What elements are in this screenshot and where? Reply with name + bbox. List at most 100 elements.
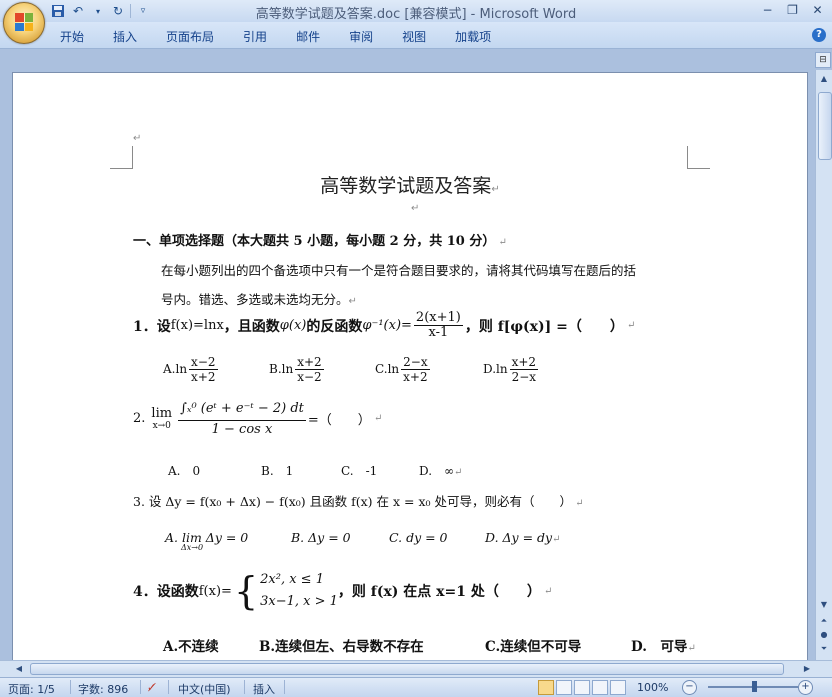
scroll-down-icon[interactable]: ▼: [817, 598, 831, 612]
option-text: A. lim Δy = 0: [165, 530, 249, 545]
status-separator: [70, 680, 71, 694]
q1-mid-text-2: 的反函数: [306, 318, 363, 335]
full-screen-reading-view-icon[interactable]: [556, 680, 572, 695]
tab-addins[interactable]: 加载项: [443, 28, 503, 45]
page-count[interactable]: 页面: 1/5: [8, 681, 55, 697]
paragraph-mark: ↵: [454, 467, 463, 478]
q1-prefix: 1．设: [133, 318, 171, 335]
q4-function: f(x)=: [198, 583, 232, 599]
q2-lim-subscript: x→0: [152, 421, 171, 431]
q4-suffix: ，则 f(x) 在点 x=1 处（ ）: [337, 584, 541, 600]
q2-fraction: ∫ₓ⁰ (eᵗ + e⁻ᵗ − 2) dt 1 − cos x: [178, 398, 306, 439]
status-separator: [284, 680, 285, 694]
q4-option-b: B.连续但左、右导数不存在: [259, 639, 424, 655]
title-bar: ↶ ▾ ↻ ▿ 高等数学试题及答案.doc [兼容模式] - Microsoft…: [0, 0, 832, 22]
vertical-scrollbar[interactable]: ▲ ▼ ⏶ ● ⏷: [815, 70, 832, 660]
print-layout-view-icon[interactable]: [538, 680, 554, 695]
instruction-line: 在每小题列出的四个备选项中只有一个是符合题目要求的，请将其代码填写在题后的括: [161, 263, 637, 278]
q2-prefix: 2.: [133, 411, 146, 426]
scroll-right-icon[interactable]: ▶: [800, 662, 814, 676]
draft-view-icon[interactable]: [610, 680, 626, 695]
option-label: D.ln: [483, 362, 508, 376]
option-fraction: x+2 x−2: [295, 355, 324, 384]
browse-object-icon[interactable]: ●: [817, 628, 831, 642]
q1-numerator: 2(x+1): [413, 310, 463, 326]
tab-mailings[interactable]: 邮件: [284, 28, 332, 45]
vertical-scroll-thumb[interactable]: [818, 92, 832, 160]
paragraph-mark: ↵: [495, 237, 507, 248]
document-page[interactable]: ↵ 高等数学试题及答案 ↵ ↵ 一、单项选择题（本大题共 5 小题，每小题 2 分…: [12, 72, 808, 661]
margin-corner-mark: [110, 146, 133, 169]
previous-page-icon[interactable]: ⏶: [817, 614, 831, 628]
tab-home[interactable]: 开始: [48, 28, 96, 45]
q4-case-2: 3x−1, x > 1: [260, 594, 338, 609]
zoom-slider-thumb[interactable]: [752, 681, 757, 692]
horizontal-scrollbar[interactable]: ◀ ▶: [0, 660, 832, 677]
q2-limit: lim x→0: [151, 406, 172, 431]
language-indicator[interactable]: 中文(中国): [178, 681, 231, 697]
scroll-left-icon[interactable]: ◀: [12, 662, 26, 676]
tab-page-layout[interactable]: 页面布局: [154, 28, 226, 45]
tab-review[interactable]: 审阅: [337, 28, 385, 45]
web-layout-view-icon[interactable]: [574, 680, 590, 695]
q1-function: f(x)=lnx: [170, 318, 224, 333]
minimize-icon[interactable]: −: [755, 1, 780, 19]
question-1: 1．设 f(x)=lnx ，且函数 φ(x) 的反函数 φ⁻¹(x)= 2(x+…: [133, 311, 635, 340]
tab-references[interactable]: 引用: [231, 28, 279, 45]
proofing-icon[interactable]: ✓̸: [147, 681, 156, 694]
paragraph-mark: ↵: [572, 498, 584, 509]
tab-insert[interactable]: 插入: [101, 28, 149, 45]
zoom-level[interactable]: 100%: [637, 681, 668, 694]
q1-option-b: B.ln x+2 x−2: [269, 355, 326, 384]
paragraph-mark: ↵: [370, 413, 383, 424]
zoom-in-icon[interactable]: +: [798, 680, 813, 695]
q4-option-a: A.不连续: [163, 639, 219, 655]
paragraph-mark: ↵: [133, 133, 142, 144]
restore-icon[interactable]: ❐: [780, 1, 805, 19]
insert-mode-indicator[interactable]: 插入: [253, 681, 275, 697]
paragraph-mark: ↵: [411, 203, 420, 214]
q1-suffix: ，则 f[φ(x)] =（ ）: [464, 318, 624, 335]
instruction-line: 号内。错选、多选或未选均无分。↵: [161, 289, 357, 308]
q1-mid-text: ，且函数: [223, 318, 280, 335]
paragraph-mark: ↵: [623, 320, 636, 331]
help-icon[interactable]: ?: [812, 28, 826, 42]
option-label: A.ln: [163, 362, 188, 376]
paragraph-mark: ↵: [552, 534, 561, 545]
tab-view[interactable]: 视图: [390, 28, 438, 45]
paragraph-mark: ↵: [540, 585, 553, 597]
q1-option-d: D.ln x+2 2−x: [483, 355, 540, 384]
document-title-text: 高等数学试题及答案: [320, 175, 492, 197]
q4-option-c: C.连续但不可导: [485, 639, 582, 655]
close-icon[interactable]: ✕: [805, 1, 830, 19]
option-numerator: x−2: [189, 355, 218, 370]
option-fraction: x−2 x+2: [189, 355, 218, 384]
option-denominator: x+2: [191, 370, 216, 384]
scroll-up-icon[interactable]: ▲: [817, 72, 831, 86]
horizontal-scroll-thumb[interactable]: [30, 663, 784, 675]
q1-fraction: 2(x+1) x-1: [413, 310, 463, 340]
paragraph-mark: ↵: [687, 643, 696, 654]
word-count[interactable]: 字数: 896: [78, 681, 128, 697]
q3-option-b: B. Δy = 0: [291, 530, 351, 545]
option-denominator: x+2: [403, 370, 428, 384]
zoom-out-icon[interactable]: −: [682, 680, 697, 695]
option-text: D. ∞: [419, 464, 455, 478]
office-button[interactable]: [3, 2, 45, 44]
q2-lim-text: lim: [151, 406, 173, 421]
q3-text: 3. 设 Δy = f(x₀ + Δx) − f(x₀) 且函数 f(x) 在 …: [133, 494, 573, 509]
q2-option-a: A. 0: [168, 464, 201, 478]
option-numerator: x+2: [295, 355, 324, 370]
outline-view-icon[interactable]: [592, 680, 608, 695]
paragraph-mark: ↵: [348, 296, 357, 307]
ribbon-tab-bar: 开始 插入 页面布局 引用 邮件 审阅 视图 加载项 ?: [0, 22, 832, 49]
status-separator: [140, 680, 141, 694]
section-heading: 一、单项选择题（本大题共 5 小题，每小题 2 分，共 10 分） ↵: [133, 230, 507, 249]
next-page-icon[interactable]: ⏷: [817, 642, 831, 656]
q3-option-d: D. Δy = dy↵: [485, 530, 561, 545]
q4-option-d: D. 可导↵: [631, 635, 696, 655]
office-logo-icon: [15, 13, 33, 31]
ruler-toggle-icon[interactable]: ⊟: [815, 52, 831, 68]
q2-denominator: 1 − cos x: [211, 422, 273, 437]
q3-option-c: C. dy = 0: [389, 530, 448, 545]
